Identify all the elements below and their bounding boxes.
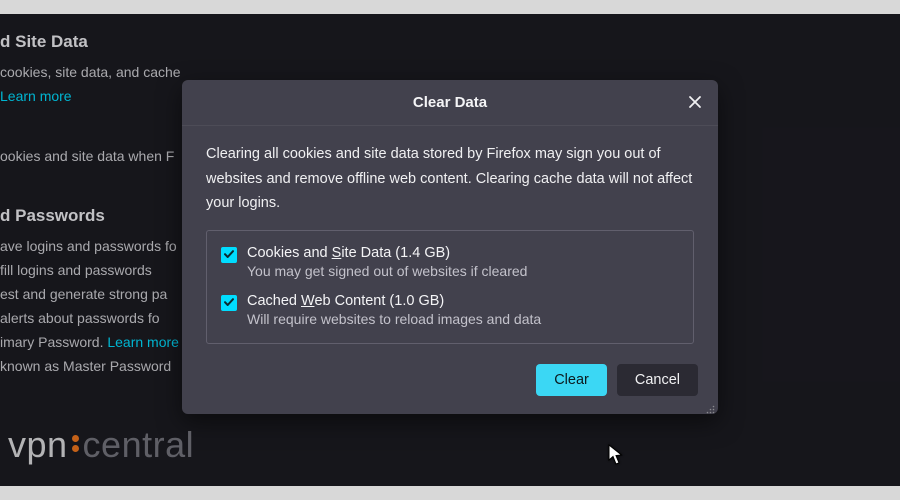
dialog-title: Clear Data (413, 94, 487, 111)
clear-data-dialog: Clear Data Clearing all cookies and site… (182, 80, 718, 414)
option-cookies-site-data[interactable]: Cookies and Site Data (1.4 GB) You may g… (221, 245, 679, 279)
checkbox-cache[interactable] (221, 295, 237, 311)
option-cache-text: Cached Web Content (1.0 GB) Will require… (247, 293, 541, 327)
option-cookies-text: Cookies and Site Data (1.4 GB) You may g… (247, 245, 527, 279)
option-cookies-sub: You may get signed out of websites if cl… (247, 263, 527, 279)
dialog-body: Clearing all cookies and site data store… (182, 126, 718, 352)
close-icon (688, 95, 702, 112)
watermark-central: central (83, 424, 195, 466)
check-icon (223, 247, 235, 263)
resize-handle-icon[interactable] (705, 401, 715, 411)
watermark-vpn: vpn (8, 424, 68, 466)
clear-button[interactable]: Clear (536, 364, 607, 396)
cancel-button[interactable]: Cancel (617, 364, 698, 396)
option-cookies-label: Cookies and Site Data (1.4 GB) (247, 245, 527, 261)
dialog-actions: Clear Cancel (182, 352, 718, 414)
app-window: d Site Data cookies, site data, and cach… (0, 14, 900, 486)
option-cache-sub: Will require websites to reload images a… (247, 311, 541, 327)
check-icon (223, 295, 235, 311)
modal-backdrop: Clear Data Clearing all cookies and site… (0, 14, 900, 486)
option-cache-label: Cached Web Content (1.0 GB) (247, 293, 541, 309)
option-cached-web-content[interactable]: Cached Web Content (1.0 GB) Will require… (221, 293, 679, 327)
close-button[interactable] (680, 88, 710, 118)
dialog-description: Clearing all cookies and site data store… (206, 142, 694, 216)
watermark-dots-icon (72, 435, 79, 452)
dialog-header: Clear Data (182, 80, 718, 126)
watermark: vpn central (8, 424, 194, 466)
options-group: Cookies and Site Data (1.4 GB) You may g… (206, 230, 694, 344)
checkbox-cookies[interactable] (221, 247, 237, 263)
